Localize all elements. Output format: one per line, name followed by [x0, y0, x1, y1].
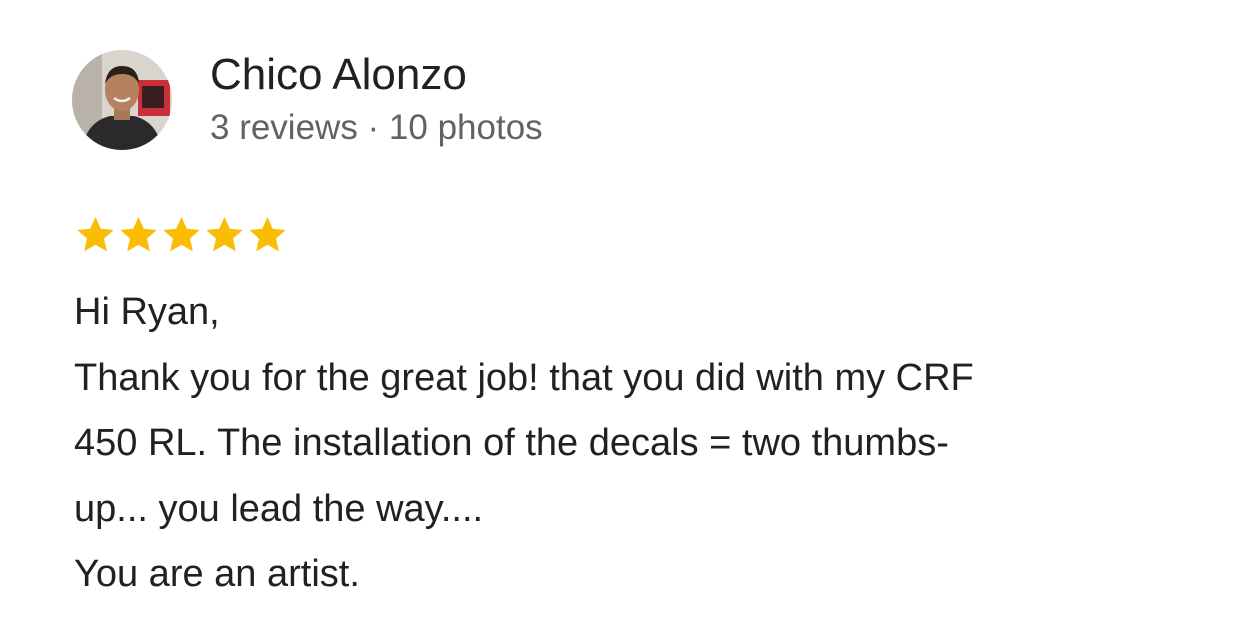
user-photo-avatar-icon — [72, 50, 172, 150]
review-line: You are an artist. — [74, 553, 360, 595]
review-text: Hi Ryan, Thank you for the great job! tha… — [74, 280, 1214, 608]
review-line: up... you lead the way.... — [74, 487, 484, 530]
star-icon — [160, 213, 203, 256]
star-icon — [117, 213, 160, 256]
review-line: Hi Ryan, — [74, 291, 220, 333]
reviewer-name[interactable]: Chico Alonzo — [210, 48, 467, 102]
star-rating — [74, 211, 289, 257]
review-card: Chico Alonzo 3 reviews · 10 photos Hi Ry… — [0, 0, 1243, 639]
review-line: 450 RL. The installation of the decals =… — [74, 422, 949, 464]
avatar[interactable] — [72, 50, 172, 150]
review-line: Thank you for the great job! that you di… — [74, 356, 974, 399]
reviewer-stats: 3 reviews · 10 photos — [210, 108, 543, 147]
star-icon — [203, 213, 246, 256]
star-icon — [74, 213, 117, 256]
star-icon — [246, 213, 289, 256]
